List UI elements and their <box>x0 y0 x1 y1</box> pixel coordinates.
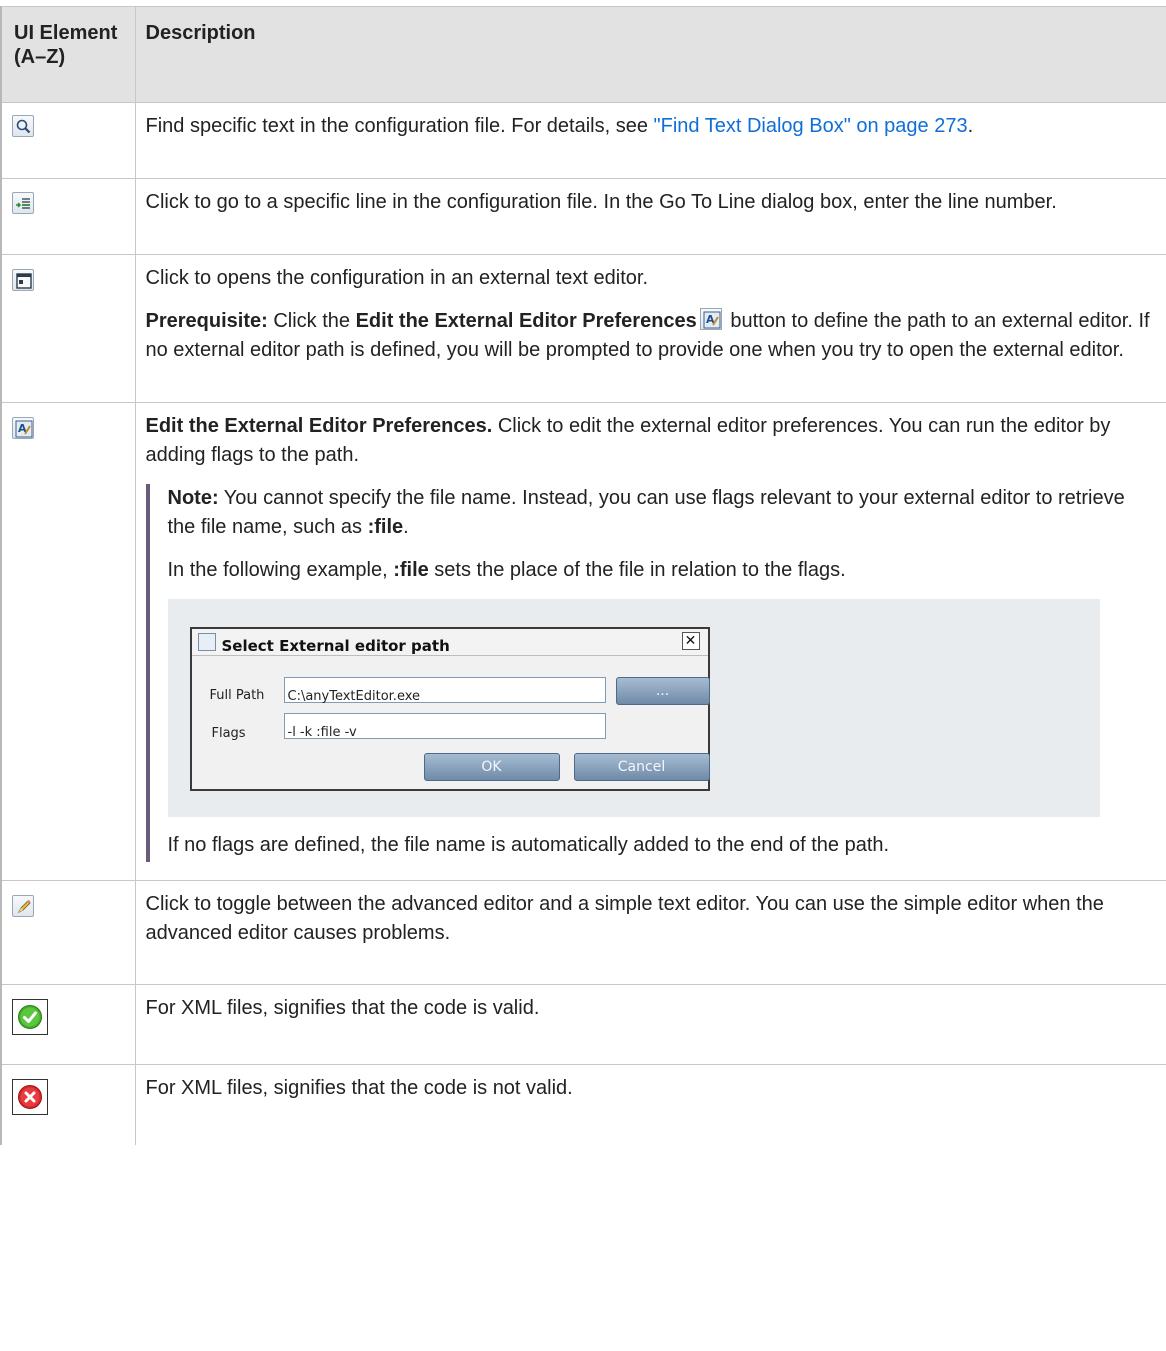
icon-cell <box>0 984 136 1065</box>
description-cell: Click to go to a specific line in the co… <box>134 178 1166 255</box>
table-row: Click to toggle between the advanced edi… <box>0 880 1166 985</box>
note-end: . <box>403 516 409 538</box>
note-block: Note: You cannot specify the file name. … <box>145 484 1158 862</box>
prerequisite-button-name: Edit the External Editor Preferences <box>355 310 697 332</box>
table-row: For XML files, signifies that the code i… <box>0 1064 1166 1145</box>
description-cell: Find specific text in the configuration … <box>134 102 1166 179</box>
flags-label: Flags <box>211 726 246 741</box>
table-row: Find specific text in the configuration … <box>0 102 1166 179</box>
description-cell: Click to opens the configuration in an e… <box>134 254 1166 403</box>
select-editor-dialog: Select External editor path ✕ Full Path … <box>189 627 710 791</box>
edit-preferences-icon[interactable]: A <box>12 417 34 439</box>
external-editor-icon[interactable] <box>12 269 34 291</box>
edit-preferences-icon[interactable]: A <box>699 308 722 330</box>
full-path-label: Full Path <box>209 688 265 703</box>
description-cell: Click to toggle between the advanced edi… <box>134 880 1166 985</box>
row-title: Edit the External Editor Preferences. <box>145 415 493 437</box>
icon-cell <box>0 880 136 985</box>
icon-cell <box>0 102 136 179</box>
row-text: Click to toggle between the advanced edi… <box>145 893 1104 944</box>
row-text: Click to opens the configuration in an e… <box>145 267 649 289</box>
ui-elements-table: UI Element (A–Z) Description Find specif… <box>0 6 1166 1145</box>
prerequisite-paragraph: Prerequisite: Click the Edit the Externa… <box>146 307 1158 365</box>
valid-check-icon <box>12 999 48 1035</box>
note-code: :file <box>367 516 404 538</box>
row-suffix: . <box>967 115 974 137</box>
table-row: A Edit the External Editor Preferences. … <box>0 402 1166 881</box>
example-code: :file <box>393 559 429 581</box>
flags-input[interactable]: -l -k :file -v <box>283 713 606 740</box>
dialog-titlebar: Select External editor path ✕ <box>191 629 708 656</box>
table-row: For XML files, signifies that the code i… <box>0 984 1166 1065</box>
icon-cell <box>0 178 136 255</box>
description-cell: For XML files, signifies that the code i… <box>134 1064 1166 1145</box>
table-row: Click to go to a specific line in the co… <box>0 178 1166 255</box>
pencil-icon[interactable] <box>12 895 34 917</box>
icon-cell <box>0 1064 136 1145</box>
row-text: For XML files, signifies that the code i… <box>145 1077 573 1099</box>
example-text: In the following example, <box>167 559 394 581</box>
close-button[interactable]: ✕ <box>681 632 700 650</box>
icon-cell <box>0 254 136 403</box>
header-ui-element: UI Element (A–Z) <box>0 6 136 103</box>
browse-button[interactable]: ... <box>615 677 710 705</box>
find-text-link[interactable]: "Find Text Dialog Box" on page 273 <box>654 115 968 137</box>
ok-button[interactable]: OK <box>423 753 560 781</box>
invalid-x-icon <box>12 1079 48 1115</box>
note-label: Note: <box>167 487 219 509</box>
row-text: Find specific text in the configuration … <box>145 115 654 137</box>
go-to-line-icon[interactable] <box>12 192 34 214</box>
find-text-icon[interactable] <box>12 115 34 137</box>
row-text: For XML files, signifies that the code i… <box>145 997 540 1019</box>
table-row: Click to opens the configuration in an e… <box>0 254 1166 403</box>
row-text: Click to go to a specific line in the co… <box>145 191 1057 213</box>
prerequisite-text: Click the <box>267 310 356 332</box>
after-text: If no flags are defined, the file name i… <box>167 834 890 856</box>
dialog-screenshot: Select External editor path ✕ Full Path … <box>167 599 1100 817</box>
header-description: Description <box>134 6 1166 103</box>
full-path-input[interactable]: C:\anyTextEditor.exe <box>283 677 606 704</box>
description-cell: Edit the External Editor Preferences. Cl… <box>134 402 1166 881</box>
icon-cell: A <box>0 402 136 881</box>
dialog-title: Select External editor path <box>221 637 450 655</box>
note-text: You cannot specify the file name. Instea… <box>167 487 1125 538</box>
cancel-button[interactable]: Cancel <box>573 753 710 781</box>
description-cell: For XML files, signifies that the code i… <box>134 984 1166 1065</box>
prerequisite-label: Prerequisite: <box>145 310 268 332</box>
table-header-row: UI Element (A–Z) Description <box>0 6 1166 103</box>
java-app-icon <box>197 633 216 651</box>
example-text-end: sets the place of the file in relation t… <box>428 559 846 581</box>
